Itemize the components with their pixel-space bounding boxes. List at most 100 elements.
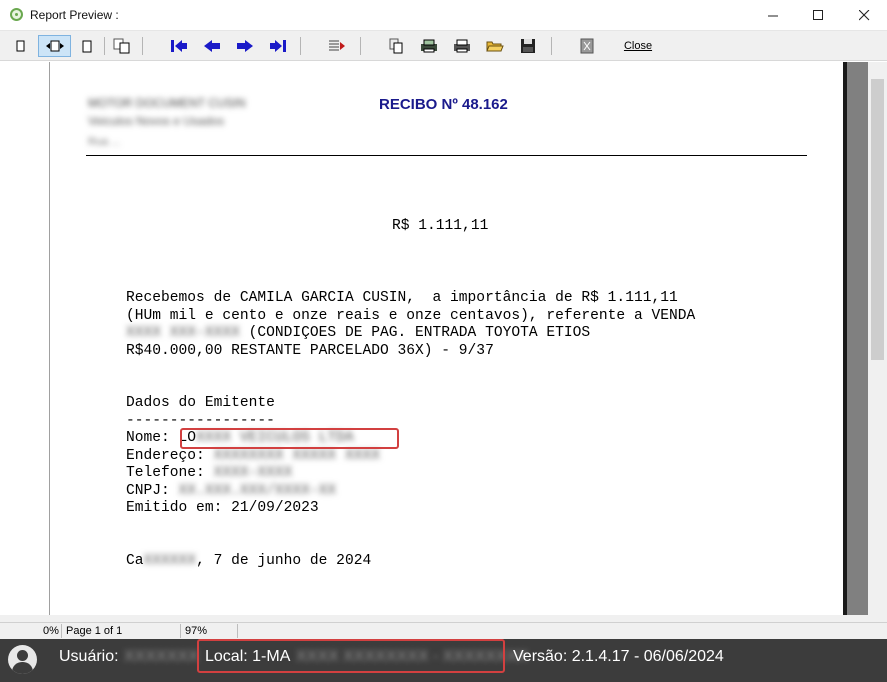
status-divider [180, 624, 181, 638]
printer-setup-icon [421, 39, 437, 53]
redacted-text: XXXXXX [143, 553, 197, 569]
body-line: (HUm mil e cento e onze reais e onze cen… [126, 307, 696, 324]
page-shadow [843, 62, 847, 615]
company-address: Rua ... [88, 136, 121, 148]
first-page-icon [171, 40, 187, 52]
page-width-icon [45, 40, 64, 52]
document-copy-icon [389, 38, 403, 54]
maximize-icon [812, 10, 823, 20]
receipt-amount: R$ 1.111,11 [392, 218, 489, 234]
open-button[interactable] [484, 35, 506, 57]
status-bar: 0% Page 1 of 1 97% [0, 622, 887, 639]
save-button[interactable] [517, 35, 539, 57]
multi-page-button[interactable] [111, 35, 133, 57]
status-divider [61, 624, 62, 638]
body-line: XXXX XXX-XXXX (CONDIÇOES DE PAG. ENTRADA… [126, 325, 695, 343]
print-button[interactable] [451, 35, 473, 57]
folder-open-icon [486, 41, 504, 52]
status-divider [237, 624, 238, 638]
horizontal-scrollbar[interactable] [0, 615, 887, 622]
arrow-right-icon [237, 40, 253, 52]
redacted-text: XXXXXXXX XXXXX XXXX [213, 447, 380, 464]
actual-size-button[interactable] [78, 35, 96, 57]
minimize-icon [767, 15, 778, 17]
app-icon [10, 8, 23, 21]
report-page: MOTOR DOCUMENT CUSIN Veiculos Novos e Us… [50, 62, 843, 615]
list-arrow-icon [329, 40, 345, 51]
user-avatar-icon [8, 645, 37, 674]
previous-page-button[interactable] [201, 35, 223, 57]
scrollbar-thumb[interactable] [871, 79, 884, 360]
toolbar-separator [104, 37, 105, 55]
last-page-icon [270, 40, 286, 52]
progress-status: 0% [43, 625, 59, 637]
page-status: Page 1 of 1 [66, 625, 123, 637]
last-page-button[interactable] [267, 35, 289, 57]
user-label: Usuário: [59, 648, 119, 665]
toolbar-separator [300, 37, 301, 55]
printer-icon [454, 39, 470, 53]
title-bar: Report Preview : [0, 0, 887, 31]
user-name-redacted: XXXXXXX [124, 648, 199, 665]
zoom-status: 97% [185, 625, 208, 637]
toolbar-separator [360, 37, 361, 55]
endereco-label: Endereço: [126, 447, 214, 464]
maximize-button[interactable] [795, 0, 841, 31]
arrow-left-icon [204, 40, 220, 52]
close-window-button[interactable] [841, 0, 887, 31]
vertical-scrollbar[interactable] [868, 62, 887, 615]
company-name: MOTOR DOCUMENT CUSIN [88, 96, 246, 110]
floppy-disk-icon [521, 39, 535, 53]
nome-label: Nome: [126, 430, 179, 446]
receipt-body: Recebemos de CAMILA GARCIA CUSIN, a impo… [126, 290, 695, 360]
minimize-button[interactable] [750, 0, 796, 31]
body-line: Recebemos de CAMILA GARCIA CUSIN, a impo… [126, 290, 678, 306]
page-icon [82, 40, 92, 52]
exit-door-icon [580, 38, 594, 54]
company-subtitle: Veiculos Novos e Usados [88, 114, 225, 128]
next-page-button[interactable] [234, 35, 256, 57]
toolbar-separator [142, 37, 143, 55]
copy-button[interactable] [386, 35, 406, 57]
header-divider [86, 155, 807, 156]
go-to-page-button[interactable] [326, 35, 348, 57]
redacted-text: XXXX-XXXX [213, 465, 293, 481]
emitter-emitido-row: Emitido em: 21/09/2023 [126, 500, 380, 518]
emitido-value: 21/09/2023 [231, 500, 319, 516]
printer-setup-button[interactable] [418, 35, 440, 57]
toolbar: Close [0, 31, 887, 61]
window-title: Report Preview : [30, 8, 119, 22]
toolbar-separator [551, 37, 552, 55]
emitter-telefone-row: Telefone: XXXX-XXXX [126, 465, 380, 483]
place-date-line: CaXXXXXX, 7 de junho de 2024 [126, 553, 371, 571]
emitter-endereco-row: Endereço: XXXXXXXX XXXXX XXXX [126, 448, 380, 466]
close-button-label: Close [623, 40, 653, 52]
emitter-heading: Dados do Emitente [126, 395, 275, 411]
multi-page-icon [113, 38, 130, 54]
emitter-cnpj-row: CNPJ: XX.XXX.XXX/XXXX-XX [126, 483, 380, 501]
page-width-button[interactable] [38, 35, 71, 57]
cnpj-label: CNPJ: [126, 482, 179, 499]
emitido-label: Emitido em: [126, 500, 232, 516]
version-text: Versão: 2.1.4.17 - 06/06/2024 [513, 648, 724, 665]
close-preview-button[interactable]: Close [620, 35, 656, 57]
city-visible: Ca [126, 553, 144, 569]
highlight-box [180, 428, 399, 449]
redacted-text: XX.XXX.XXX/XXXX-XX [178, 482, 337, 499]
report-preview-area[interactable]: MOTOR DOCUMENT CUSIN Veiculos Novos e Us… [0, 62, 868, 615]
telefone-label: Telefone: [126, 465, 214, 481]
exit-button[interactable] [577, 35, 597, 57]
page-margin [0, 62, 50, 615]
close-icon [858, 10, 869, 21]
receipt-title: RECIBO Nº 48.162 [379, 96, 508, 113]
app-footer-bar: Usuário: XXXXXXX Local: 1-MA XXXX XXXXXX… [0, 639, 887, 682]
highlight-box [197, 639, 505, 673]
page-icon [16, 40, 25, 52]
redacted-text: XXXX XXX-XXXX [126, 325, 240, 341]
date-text: , 7 de junho de 2024 [196, 553, 372, 569]
body-line: R$40.000,00 RESTANTE PARCELADO 36X) - 9/… [126, 342, 494, 359]
emitter-section: Dados do Emitente ----------------- Nome: … [126, 395, 380, 518]
first-page-button[interactable] [168, 35, 190, 57]
body-line-text: (CONDIÇOES DE PAG. ENTRADA TOYOTA ETIOS [239, 325, 591, 341]
whole-page-button[interactable] [12, 35, 30, 57]
